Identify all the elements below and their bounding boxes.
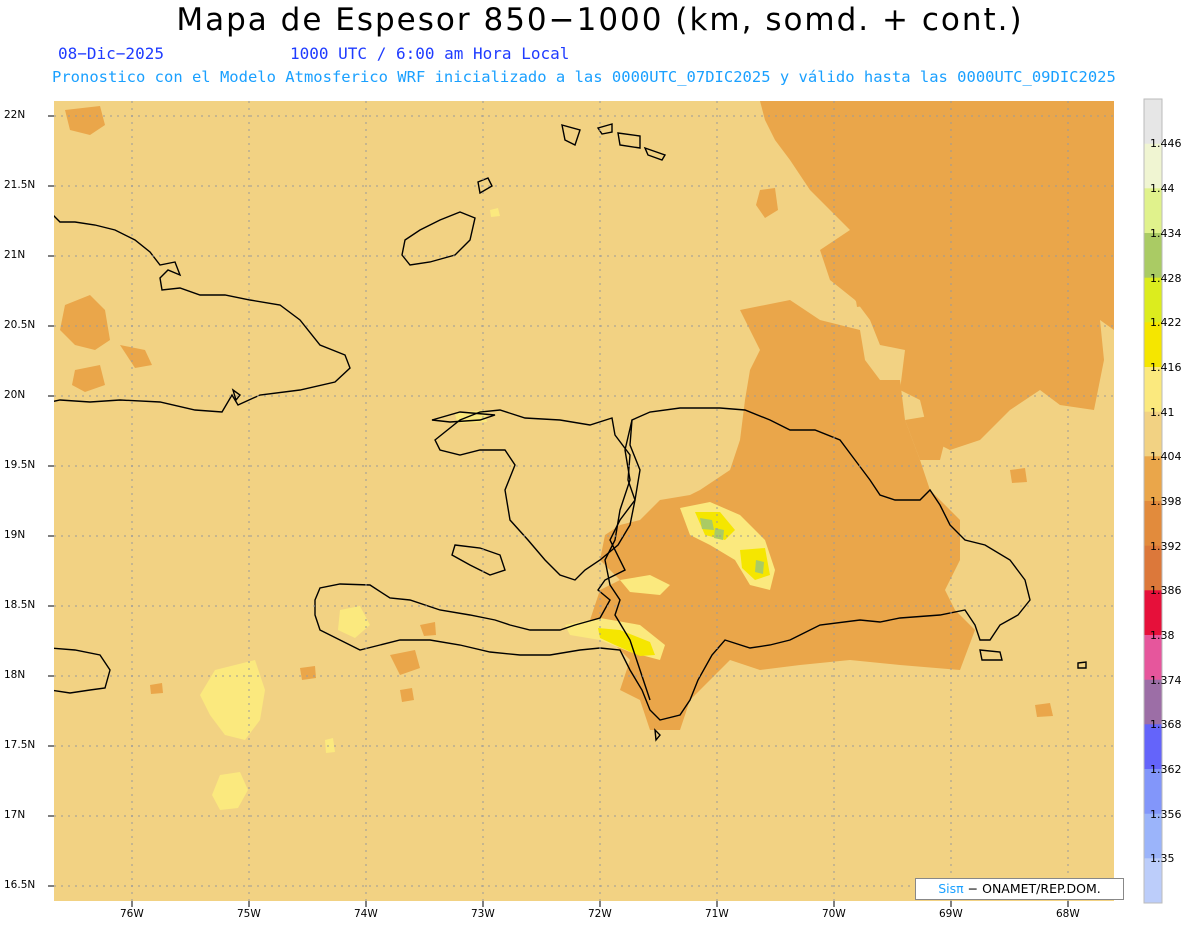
colorbar-label: 1.41: [1150, 406, 1175, 419]
colorbar-label: 1.446: [1150, 137, 1182, 150]
lon-label: 76W: [120, 908, 144, 920]
colorbar-swatch: [1144, 858, 1162, 904]
colorbar-label: 1.362: [1150, 763, 1182, 776]
colorbar-label: 1.428: [1150, 272, 1182, 285]
lon-label: 70W: [822, 908, 846, 920]
lat-label: 19N: [4, 529, 26, 541]
colorbar-label: 1.368: [1150, 718, 1182, 731]
colorbar-label: 1.416: [1150, 361, 1182, 374]
lat-label: 19.5N: [4, 459, 36, 471]
lat-label: 20.5N: [4, 319, 36, 331]
colorbar-label: 1.38: [1150, 629, 1175, 642]
lat-label: 21.5N: [4, 179, 36, 191]
colorbar-label: 1.404: [1150, 450, 1182, 463]
lon-label: 69W: [939, 908, 963, 920]
lon-label: 71W: [705, 908, 729, 920]
lat-label: 17N: [4, 809, 26, 821]
credit-box: Sisπ − ONAMET/REP.DOM.: [915, 878, 1124, 900]
sispi-logo: Sisπ: [938, 881, 964, 896]
lon-label: 75W: [237, 908, 261, 920]
lon-label: 72W: [588, 908, 612, 920]
map-figure: [48, 98, 1163, 907]
colorbar-label: 1.44: [1150, 182, 1175, 195]
colorbar-label: 1.422: [1150, 316, 1182, 329]
lat-label: 22N: [4, 109, 26, 121]
colorbar-label: 1.374: [1150, 674, 1182, 687]
lat-label: 18.5N: [4, 599, 36, 611]
lon-label: 74W: [354, 908, 378, 920]
credit-organization: − ONAMET/REP.DOM.: [963, 881, 1101, 896]
colorbar-label: 1.392: [1150, 540, 1182, 553]
colorbar-label: 1.434: [1150, 227, 1182, 240]
lon-label: 68W: [1056, 908, 1080, 920]
colorbar-label: 1.386: [1150, 584, 1182, 597]
lat-label: 18N: [4, 669, 26, 681]
colorbar-label: 1.35: [1150, 852, 1175, 865]
lat-label: 20N: [4, 389, 26, 401]
lat-label: 21N: [4, 249, 26, 261]
lat-label: 16.5N: [4, 879, 36, 891]
colorbar-label: 1.356: [1150, 808, 1182, 821]
lon-label: 73W: [471, 908, 495, 920]
colorbar-label: 1.398: [1150, 495, 1182, 508]
lat-label: 17.5N: [4, 739, 36, 751]
